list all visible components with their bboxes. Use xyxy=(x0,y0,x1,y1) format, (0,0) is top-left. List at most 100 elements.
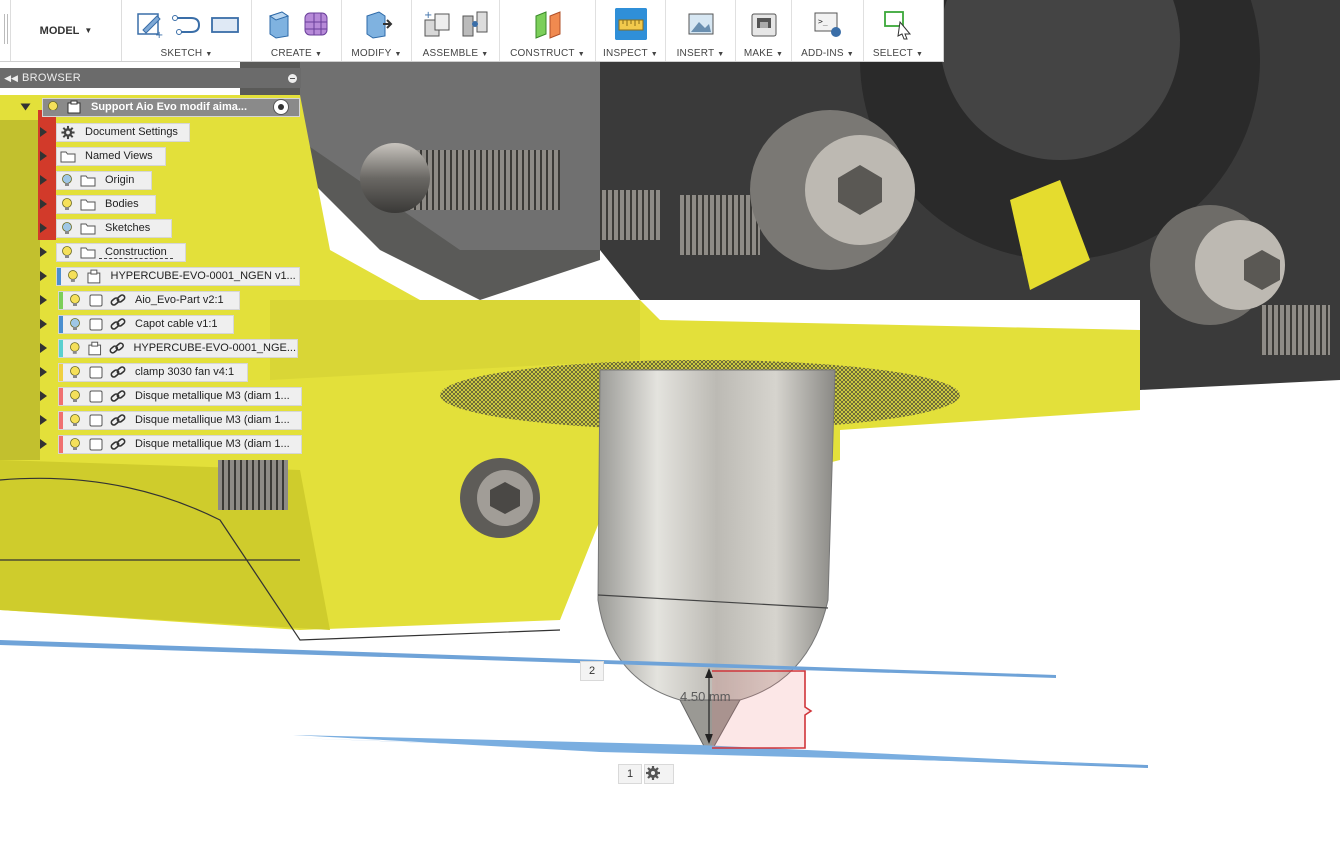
make-group[interactable]: MAKE ▼ xyxy=(736,0,792,61)
expand-arrow-icon[interactable] xyxy=(40,319,47,329)
modify-group[interactable]: MODIFY ▼ xyxy=(342,0,412,61)
expand-arrow-icon[interactable] xyxy=(40,247,47,257)
visibility-bulb-icon[interactable] xyxy=(68,317,82,331)
expand-arrow-icon[interactable] xyxy=(40,151,47,161)
select-cursor-icon[interactable] xyxy=(882,8,914,40)
addins-group[interactable]: >_ ADD-INS ▼ xyxy=(792,0,864,61)
screw-head-1 xyxy=(360,143,430,213)
select-group[interactable]: SELECT ▼ xyxy=(864,0,932,61)
expand-arrow-icon[interactable] xyxy=(40,439,47,449)
visibility-bulb-icon[interactable] xyxy=(68,389,82,403)
dimension-bracket[interactable] xyxy=(712,670,813,749)
3d-print-icon[interactable] xyxy=(748,8,780,40)
inspect-group[interactable]: INSPECT ▼ xyxy=(596,0,666,61)
browser-item-label: Capot cable v1:1 xyxy=(135,318,218,330)
expand-arrow-icon[interactable] xyxy=(40,175,47,185)
create-sketch-icon[interactable]: + xyxy=(133,8,165,40)
expand-arrow-icon[interactable] xyxy=(40,295,47,305)
chevron-down-icon: ▼ xyxy=(205,51,213,58)
link-icon xyxy=(109,341,124,354)
visibility-bulb-icon[interactable] xyxy=(66,269,80,283)
screw-thread-5 xyxy=(218,460,288,510)
link-icon xyxy=(110,413,126,426)
gear-icon xyxy=(646,766,660,780)
new-component-icon[interactable]: + xyxy=(421,8,453,40)
component-color-swatch xyxy=(59,411,63,429)
component-color-swatch xyxy=(59,387,63,405)
make-group-label: MAKE xyxy=(743,48,773,59)
sketch-group-label: SKETCH xyxy=(160,48,203,59)
expand-arrow-icon[interactable] xyxy=(20,103,31,111)
visibility-bulb-icon[interactable] xyxy=(60,197,74,211)
screw-thread-3 xyxy=(680,195,760,255)
expand-arrow-icon[interactable] xyxy=(40,391,47,401)
dimension-value-label[interactable]: 4.50 mm xyxy=(680,689,731,704)
visibility-bulb-icon[interactable] xyxy=(68,437,82,451)
visibility-bulb-icon[interactable] xyxy=(46,100,60,114)
visibility-bulb-icon[interactable] xyxy=(60,173,74,187)
insert-group-label: INSERT xyxy=(676,48,715,59)
workspace-switcher[interactable]: MODEL ▼ xyxy=(11,0,122,61)
component-icon xyxy=(88,341,102,355)
visibility-bulb-icon[interactable] xyxy=(60,221,74,235)
root-label: Support Aio Evo modif aima... xyxy=(91,101,248,113)
expand-arrow-icon[interactable] xyxy=(40,127,47,137)
browser-item-label: Disque metallique M3 (diam 1... xyxy=(135,438,290,450)
expand-arrow-icon[interactable] xyxy=(40,199,47,209)
expand-arrow-icon[interactable] xyxy=(40,415,47,425)
link-icon xyxy=(110,365,126,378)
addins-group-label: ADD-INS xyxy=(801,48,844,59)
visibility-bulb-icon[interactable] xyxy=(68,293,82,307)
expand-arrow-icon[interactable] xyxy=(40,223,47,233)
folder-icon xyxy=(80,223,96,234)
browser-item-label: Aio_Evo-Part v2:1 xyxy=(135,294,224,306)
link-icon xyxy=(110,389,126,402)
plane-marker-1[interactable]: 1 xyxy=(618,764,642,784)
chevron-down-icon: ▼ xyxy=(394,51,402,58)
visibility-bulb-icon[interactable] xyxy=(68,341,82,355)
select-group-label: SELECT xyxy=(872,48,913,59)
expand-arrow-icon[interactable] xyxy=(40,367,47,377)
plane-marker-2[interactable]: 2 xyxy=(580,661,604,681)
toolbar-grip[interactable] xyxy=(0,0,11,61)
workspace-label: MODEL xyxy=(39,24,80,37)
assemble-group[interactable]: + ASSEMBLE ▼ xyxy=(412,0,500,61)
construction-plane-upper[interactable] xyxy=(0,640,1056,678)
browser-item-label: Sketches xyxy=(105,222,151,234)
modify-group-label: MODIFY xyxy=(351,48,392,59)
line-tool-icon[interactable] xyxy=(171,8,203,40)
browser-minimize-button[interactable] xyxy=(283,69,301,87)
construct-group[interactable]: CONSTRUCT ▼ xyxy=(500,0,596,61)
chevron-down-icon: ▼ xyxy=(915,51,924,58)
visibility-bulb-icon[interactable] xyxy=(68,413,82,427)
sketch-group[interactable]: + SKETCH ▼ xyxy=(122,0,252,61)
insert-group[interactable]: INSERT ▼ xyxy=(666,0,736,61)
browser-item-label: Bodies xyxy=(105,198,139,210)
create-group[interactable]: CREATE ▼ xyxy=(252,0,342,61)
link-icon xyxy=(110,293,126,306)
visibility-bulb-icon[interactable] xyxy=(60,245,74,259)
component-icon xyxy=(89,294,103,306)
plane-settings-gear[interactable] xyxy=(644,764,674,784)
expand-arrow-icon[interactable] xyxy=(40,343,47,353)
browser-collapse-icon[interactable]: ◀◀ xyxy=(0,73,22,84)
extrude-icon[interactable] xyxy=(262,8,294,40)
offset-plane-icon[interactable] xyxy=(532,8,564,40)
press-pull-icon[interactable] xyxy=(361,8,393,40)
rectangle-tool-icon[interactable] xyxy=(209,8,241,40)
activate-radio-icon[interactable] xyxy=(273,99,289,115)
expand-arrow-icon[interactable] xyxy=(40,271,47,281)
gear-icon xyxy=(61,125,75,139)
assemble-group-label: ASSEMBLE xyxy=(422,48,479,59)
link-icon xyxy=(110,437,126,450)
visibility-bulb-icon[interactable] xyxy=(68,365,82,379)
measure-icon[interactable] xyxy=(614,8,647,40)
joint-icon[interactable] xyxy=(459,8,491,40)
scripts-icon[interactable]: >_ xyxy=(812,8,844,40)
folder-icon xyxy=(60,151,76,162)
chevron-down-icon: ▼ xyxy=(577,51,585,58)
form-icon[interactable] xyxy=(300,8,332,40)
insert-image-icon[interactable] xyxy=(685,8,717,40)
chevron-down-icon: ▼ xyxy=(776,51,784,58)
svg-text:>_: >_ xyxy=(818,17,828,26)
